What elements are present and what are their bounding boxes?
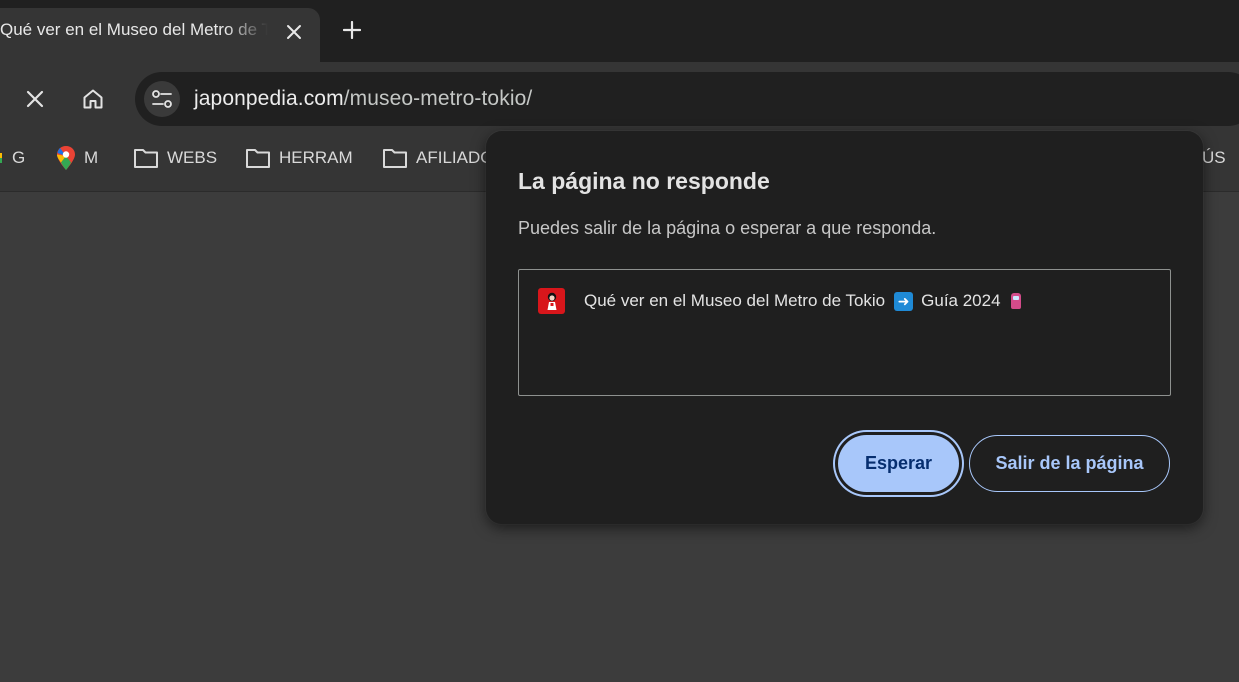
stop-loading-icon[interactable] <box>17 81 53 117</box>
home-icon[interactable] <box>75 81 111 117</box>
leave-page-button[interactable]: Salir de la página <box>969 435 1170 492</box>
dialog-title: La página no responde <box>518 168 770 194</box>
dialog-message: Puedes salir de la página o esperar a qu… <box>518 218 937 238</box>
unresponsive-pages-list: Qué ver en el Museo del Metro de Tokio ➜… <box>518 269 1171 396</box>
url-host: japonpedia.com <box>194 87 344 110</box>
list-item: Qué ver en el Museo del Metro de Tokio ➜… <box>538 287 1021 315</box>
page-title-suffix: Guía 2024 <box>921 291 1001 310</box>
tab-title: Qué ver en el Museo del Metro de Tokio <box>0 20 268 39</box>
folder-icon <box>133 147 159 169</box>
bookmark-label: G <box>12 148 26 167</box>
url-path: /museo-metro-tokio/ <box>343 87 533 110</box>
page-title: Qué ver en el Museo del Metro de Tokio <box>584 291 886 310</box>
maps-pin-icon <box>56 145 76 171</box>
active-tab[interactable]: Qué ver en el Museo del Metro de Tokio <box>0 8 320 62</box>
bookmark-label: WEBS <box>167 148 218 167</box>
new-tab-icon[interactable] <box>336 14 368 46</box>
folder-icon <box>382 147 408 169</box>
close-tab-icon[interactable] <box>282 20 306 44</box>
address-bar[interactable]: japonpedia.com/museo-metro-tokio/ <box>135 72 1239 126</box>
bookmark-folder-herram[interactable]: HERRAM <box>245 136 353 180</box>
bookmark-label: ÚS <box>1202 148 1226 167</box>
browser-window: Qué ver en el Museo del Metro de Tokio <box>0 0 1239 682</box>
site-favicon-icon <box>538 288 565 314</box>
bookmark-label: HERRAM <box>279 148 353 167</box>
toolbar: japonpedia.com/museo-metro-tokio/ <box>0 62 1239 136</box>
train-emoji-icon <box>1010 293 1021 309</box>
bookmark-label: M <box>84 148 99 167</box>
page-unresponsive-dialog: La página no responde Puedes salir de la… <box>486 131 1203 524</box>
google-icon <box>0 149 4 167</box>
wait-button[interactable]: Esperar <box>838 435 959 492</box>
arrow-emoji-icon: ➜ <box>894 291 914 311</box>
bookmark-google[interactable]: G <box>0 136 25 180</box>
tab-strip: Qué ver en el Museo del Metro de Tokio <box>0 0 1239 62</box>
bookmark-folder-webs[interactable]: WEBS <box>133 136 217 180</box>
bookmark-maps[interactable]: M <box>56 136 98 180</box>
site-settings-icon[interactable] <box>144 81 180 117</box>
url-text[interactable]: japonpedia.com/museo-metro-tokio/ <box>194 87 532 111</box>
folder-icon <box>245 147 271 169</box>
